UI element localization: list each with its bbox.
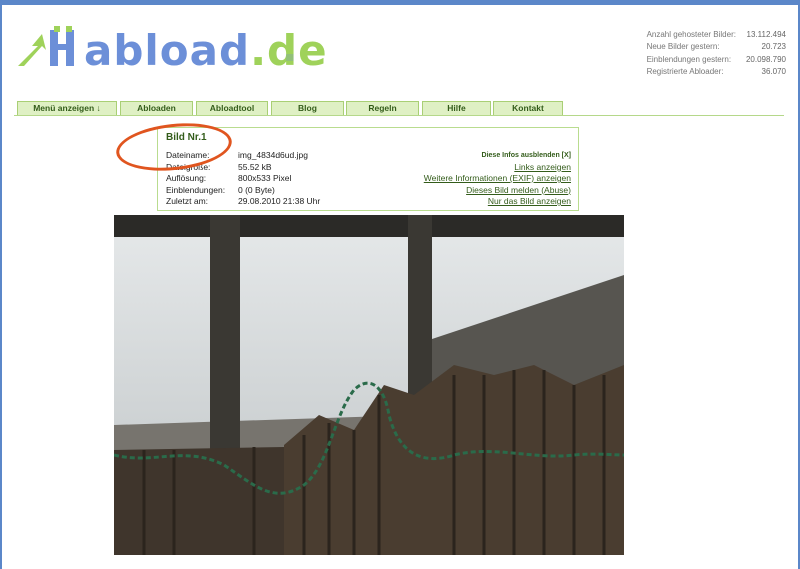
- report-abuse-link[interactable]: Dieses Bild melden (Abuse): [424, 185, 571, 197]
- stat-label: Registrierte Abloader:: [646, 67, 724, 77]
- detail-key: Zuletzt am:: [166, 196, 209, 206]
- nav-blog[interactable]: Blog: [271, 101, 344, 116]
- stat-row: Neue Bilder gestern: 20.723: [647, 41, 786, 53]
- detail-key: Einblendungen:: [166, 184, 226, 195]
- stat-row: Einblendungen gestern: 20.098.790: [647, 54, 786, 66]
- nav-menu-toggle[interactable]: Menü anzeigen ↓: [17, 101, 117, 116]
- detail-key: Auflösung:: [166, 173, 207, 183]
- nav-kontakt[interactable]: Kontakt: [493, 101, 563, 116]
- show-links-link[interactable]: Links anzeigen: [424, 162, 571, 174]
- nav-regeln[interactable]: Regeln: [346, 101, 419, 116]
- stat-row: Anzahl gehosteter Bilder: 13.112.494: [647, 29, 786, 41]
- detail-row: Einblendungen: 0 (0 Byte): [166, 185, 320, 197]
- nav-abloadtool[interactable]: Abloadtool: [196, 101, 268, 116]
- detail-row: Zuletzt am: 29.08.2010 21:38 Uhr: [166, 196, 320, 208]
- image-actions: Diese Infos ausblenden [X] Links anzeige…: [424, 150, 571, 208]
- window-frame-left: [0, 0, 2, 569]
- abload-logo[interactable]: abload.de abload.de: [14, 22, 328, 80]
- site-statistics: Anzahl gehosteter Bilder: 13.112.494 Neue…: [647, 29, 786, 79]
- stat-label: Neue Bilder gestern:: [646, 42, 720, 52]
- detail-value: img_4834d6ud.jpg: [238, 150, 308, 160]
- stat-value: 20.723: [761, 42, 786, 52]
- detail-row: Auflösung: 800x533 Pixel: [166, 173, 320, 185]
- detail-value: 55.52 kB: [238, 161, 272, 172]
- stat-value: 36.070: [761, 67, 786, 77]
- logo-arrow-icon: [18, 26, 74, 66]
- detail-value: 800x533 Pixel: [238, 173, 292, 183]
- stat-value: 13.112.494: [746, 30, 786, 39]
- nav-hilfe[interactable]: Hilfe: [422, 101, 491, 116]
- stat-row: Registrierte Abloader: 36.070: [647, 66, 786, 78]
- stat-label: Anzahl gehosteter Bilder:: [646, 30, 736, 39]
- image-only-link[interactable]: Nur das Bild anzeigen: [424, 196, 571, 208]
- window-frame-top: [0, 0, 800, 5]
- stat-value: 20.098.790: [745, 54, 786, 64]
- detail-value: 29.08.2010 21:38 Uhr: [238, 196, 321, 206]
- fence-photo: [114, 215, 624, 555]
- hosted-image[interactable]: [114, 215, 624, 555]
- nav-abloaden[interactable]: Abloaden: [120, 101, 193, 116]
- hide-info-link[interactable]: Diese Infos ausblenden [X]: [424, 150, 571, 162]
- stat-label: Einblendungen gestern:: [646, 54, 732, 64]
- nav-divider: [14, 115, 784, 116]
- logo-reflection: abload.de: [84, 54, 328, 68]
- detail-value: 0 (0 Byte): [238, 184, 275, 195]
- show-exif-link[interactable]: Weitere Informationen (EXIF) anzeigen: [424, 173, 571, 185]
